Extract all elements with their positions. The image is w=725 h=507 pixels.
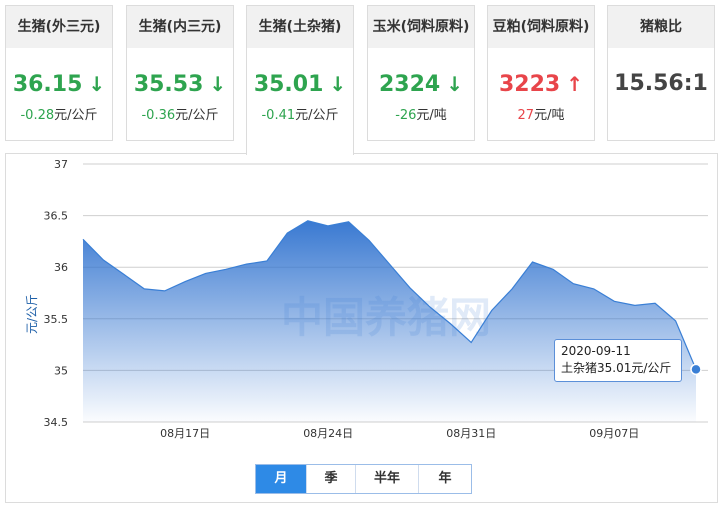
card-change: -26元/吨 <box>368 104 474 123</box>
card-title: 生猪(内三元) <box>127 6 233 48</box>
card-change-value: -26 <box>395 108 417 123</box>
price-cards: 生猪(外三元) 36.15 ↓ -0.28元/公斤 生猪(内三元) 35.53 ↓ … <box>5 5 718 155</box>
x-tick-label: 08月17日 <box>160 427 210 440</box>
x-axis-ticks: 08月17日 08月24日 08月31日 09月07日 <box>160 427 639 440</box>
range-month-button[interactable]: 月 <box>256 465 307 493</box>
card-value: 35.01 ↓ <box>247 70 353 98</box>
card-change-unit: 元/公斤 <box>54 108 98 123</box>
arrow-up-icon: ↑ <box>566 72 583 96</box>
y-tick-label: 36 <box>54 261 68 274</box>
card-value: 3223 ↑ <box>488 70 594 98</box>
price-card[interactable]: 豆粕(饲料原料) 3223 ↑ 27元/吨 <box>487 5 595 141</box>
price-card[interactable]: 生猪(内三元) 35.53 ↓ -0.36元/公斤 <box>126 5 234 141</box>
range-halfyear-button[interactable]: 半年 <box>356 465 419 493</box>
card-value-text: 15.56:1 <box>614 71 708 96</box>
price-card-active[interactable]: 生猪(土杂猪) 35.01 ↓ -0.41元/公斤 <box>246 5 354 155</box>
area-fill <box>83 220 696 422</box>
y-tick-label: 37 <box>54 158 68 171</box>
chart-panel: 中国养猪网 3736.53635.53534.5 08月17日08月24日08月… <box>5 153 718 503</box>
price-card[interactable]: 猪粮比 15.56:1 <box>607 5 715 141</box>
card-change: -0.41元/公斤 <box>247 104 353 123</box>
y-tick-label: 36.5 <box>44 210 69 223</box>
range-selector: 月 季 半年 年 <box>255 464 472 494</box>
y-tick-label: 34.5 <box>44 416 69 429</box>
chart-tooltip: 2020-09-11 土杂猪35.01元/公斤 <box>554 339 682 382</box>
card-value-text: 2324 <box>379 72 441 97</box>
card-change-value: -0.28 <box>20 108 55 123</box>
price-card[interactable]: 生猪(外三元) 36.15 ↓ -0.28元/公斤 <box>5 5 113 141</box>
highlighted-data-point[interactable] <box>690 363 702 376</box>
range-year-button[interactable]: 年 <box>419 465 471 493</box>
range-quarter-button[interactable]: 季 <box>307 465 356 493</box>
card-change-value: 27 <box>517 108 535 123</box>
price-chart[interactable]: 中国养猪网 3736.53635.53534.5 08月17日08月24日08月… <box>6 154 719 504</box>
y-tick-label: 35.5 <box>44 313 69 326</box>
card-title: 生猪(土杂猪) <box>247 6 353 48</box>
tooltip-text: 土杂猪35.01元/公斤 <box>561 361 672 375</box>
card-value: 15.56:1 <box>608 70 714 98</box>
card-title: 猪粮比 <box>608 6 714 48</box>
card-change-unit: 元/吨 <box>534 108 565 123</box>
y-axis-label: 元/公斤 <box>25 294 39 334</box>
card-value-text: 36.15 <box>12 72 83 97</box>
card-title: 豆粕(饲料原料) <box>488 6 594 48</box>
y-tick-label: 35 <box>54 364 68 377</box>
arrow-down-icon: ↓ <box>446 72 463 96</box>
card-change-unit: 元/公斤 <box>175 108 219 123</box>
card-change-value: -0.36 <box>141 108 176 123</box>
card-change: -0.36元/公斤 <box>127 104 233 123</box>
arrow-down-icon: ↓ <box>88 72 106 96</box>
card-change-value: -0.41 <box>261 108 296 123</box>
card-change: 27元/吨 <box>488 104 594 123</box>
card-value-text: 35.53 <box>133 72 204 97</box>
card-change: -0.28元/公斤 <box>6 104 112 123</box>
card-value: 35.53 ↓ <box>127 70 233 98</box>
arrow-down-icon: ↓ <box>209 72 227 96</box>
price-card[interactable]: 玉米(饲料原料) 2324 ↓ -26元/吨 <box>367 5 475 141</box>
x-tick-label: 08月31日 <box>446 427 496 440</box>
y-axis-ticks: 37 36.5 36 35.5 35 34.5 <box>44 158 69 429</box>
card-change-unit: 元/吨 <box>416 108 447 123</box>
x-tick-label: 08月24日 <box>303 427 353 440</box>
tooltip-date: 2020-09-11 <box>561 344 631 358</box>
card-title: 玉米(饲料原料) <box>368 6 474 48</box>
card-title: 生猪(外三元) <box>6 6 112 48</box>
card-value: 2324 ↓ <box>368 70 474 98</box>
card-change-unit: 元/公斤 <box>295 108 339 123</box>
card-value-text: 3223 <box>499 72 561 97</box>
card-value: 36.15 ↓ <box>6 70 112 98</box>
x-tick-label: 09月07日 <box>589 427 639 440</box>
card-value-text: 35.01 <box>253 72 324 97</box>
arrow-down-icon: ↓ <box>329 72 347 96</box>
